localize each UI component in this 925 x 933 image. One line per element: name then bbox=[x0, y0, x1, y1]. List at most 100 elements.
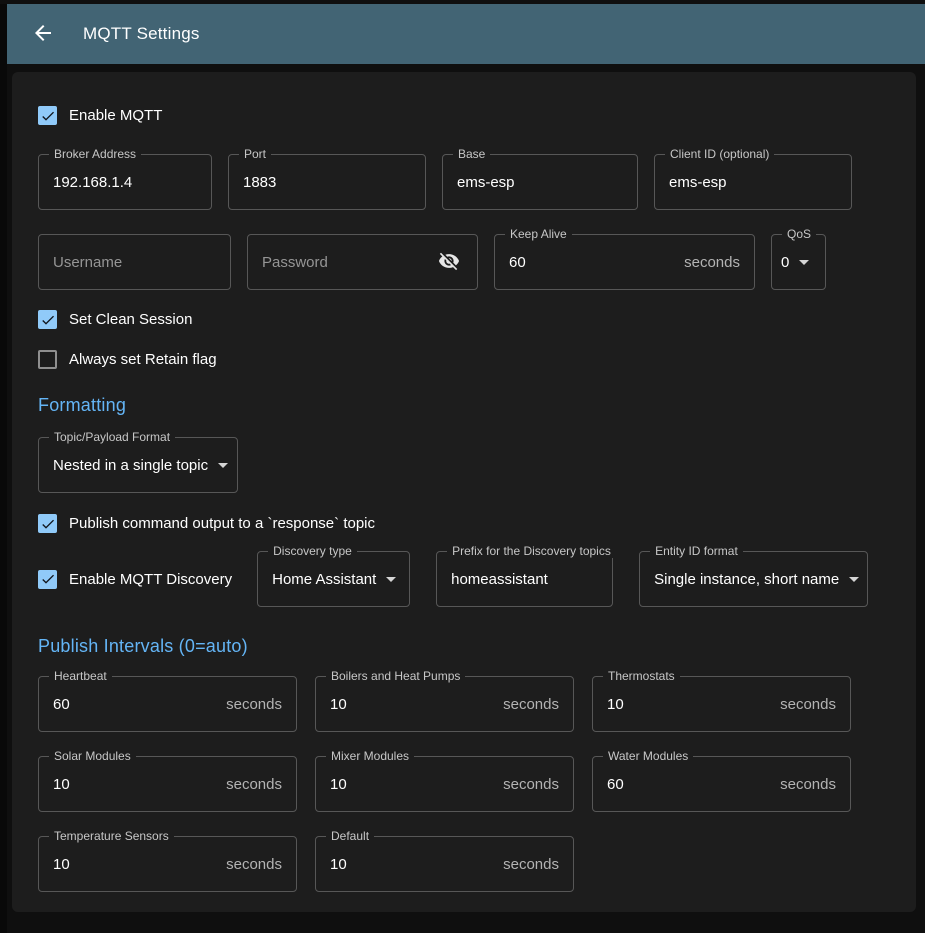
toggle-password-visibility-button[interactable] bbox=[435, 248, 463, 276]
boilers-label: Boilers and Heat Pumps bbox=[326, 669, 465, 683]
mqtt-discovery-checkbox[interactable] bbox=[38, 570, 57, 589]
retain-flag-row: Always set Retain flag bbox=[38, 350, 890, 369]
qos-label: QoS bbox=[782, 227, 816, 241]
water-interval-field[interactable]: Water Modules 60 seconds bbox=[592, 756, 851, 812]
mixer-value: 10 bbox=[330, 776, 347, 793]
enable-mqtt-label: Enable MQTT bbox=[69, 107, 162, 124]
base-label: Base bbox=[453, 147, 490, 161]
broker-fields-row: Broker Address 192.168.1.4 Port 1883 Bas… bbox=[38, 154, 890, 210]
solar-interval-field[interactable]: Solar Modules 10 seconds bbox=[38, 756, 297, 812]
keep-alive-label: Keep Alive bbox=[505, 227, 572, 241]
base-value: ems-esp bbox=[457, 174, 515, 191]
discovery-type-select[interactable]: Discovery type Home Assistant bbox=[257, 551, 410, 607]
clean-session-checkbox[interactable] bbox=[38, 310, 57, 329]
topic-format-select[interactable]: Topic/Payload Format Nested in a single … bbox=[38, 437, 238, 493]
password-placeholder: Password bbox=[262, 254, 328, 271]
client-id-value: ems-esp bbox=[669, 174, 727, 191]
port-value: 1883 bbox=[243, 174, 276, 191]
publish-response-checkbox[interactable] bbox=[38, 514, 57, 533]
water-label: Water Modules bbox=[603, 749, 693, 763]
port-field[interactable]: Port 1883 bbox=[228, 154, 426, 210]
dropdown-caret-icon bbox=[386, 577, 396, 582]
client-id-field[interactable]: Client ID (optional) ems-esp bbox=[654, 154, 852, 210]
default-unit: seconds bbox=[503, 856, 559, 873]
mixer-interval-field[interactable]: Mixer Modules 10 seconds bbox=[315, 756, 574, 812]
heartbeat-unit: seconds bbox=[226, 696, 282, 713]
mixer-label: Mixer Modules bbox=[326, 749, 414, 763]
boilers-interval-field[interactable]: Boilers and Heat Pumps 10 seconds bbox=[315, 676, 574, 732]
water-value: 60 bbox=[607, 776, 624, 793]
heartbeat-interval-field[interactable]: Heartbeat 60 seconds bbox=[38, 676, 297, 732]
qos-select[interactable]: QoS 0 bbox=[771, 234, 826, 290]
heartbeat-label: Heartbeat bbox=[49, 669, 112, 683]
page-title: MQTT Settings bbox=[83, 24, 200, 44]
thermostats-unit: seconds bbox=[780, 696, 836, 713]
check-icon bbox=[40, 516, 56, 532]
mqtt-discovery-row: Enable MQTT Discovery Discovery type Hom… bbox=[38, 551, 890, 607]
publish-intervals-grid: Heartbeat 60 seconds Boilers and Heat Pu… bbox=[38, 676, 890, 892]
topic-format-row: Topic/Payload Format Nested in a single … bbox=[38, 437, 890, 493]
visibility-off-icon bbox=[438, 250, 460, 275]
app-bar: MQTT Settings bbox=[7, 4, 925, 64]
solar-value: 10 bbox=[53, 776, 70, 793]
thermostats-interval-field[interactable]: Thermostats 10 seconds bbox=[592, 676, 851, 732]
check-icon bbox=[40, 312, 56, 328]
water-unit: seconds bbox=[780, 776, 836, 793]
solar-unit: seconds bbox=[226, 776, 282, 793]
discovery-prefix-label: Prefix for the Discovery topics bbox=[447, 544, 616, 558]
thermostats-label: Thermostats bbox=[603, 669, 680, 683]
dropdown-caret-icon bbox=[218, 463, 228, 468]
broker-address-value: 192.168.1.4 bbox=[53, 174, 132, 191]
password-field[interactable]: Password bbox=[247, 234, 478, 290]
temperature-sensors-value: 10 bbox=[53, 856, 70, 873]
discovery-prefix-value: homeassistant bbox=[451, 571, 548, 588]
entity-id-format-select[interactable]: Entity ID format Single instance, short … bbox=[639, 551, 868, 607]
topic-format-value: Nested in a single topic bbox=[53, 457, 208, 474]
check-icon bbox=[40, 571, 56, 587]
topic-format-label: Topic/Payload Format bbox=[49, 430, 175, 444]
retain-flag-label: Always set Retain flag bbox=[69, 351, 217, 368]
clean-session-label: Set Clean Session bbox=[69, 311, 192, 328]
enable-mqtt-checkbox[interactable] bbox=[38, 106, 57, 125]
keep-alive-field[interactable]: Keep Alive 60 seconds bbox=[494, 234, 755, 290]
qos-value: 0 bbox=[781, 254, 789, 271]
boilers-unit: seconds bbox=[503, 696, 559, 713]
discovery-prefix-field[interactable]: Prefix for the Discovery topics homeassi… bbox=[436, 551, 613, 607]
enable-mqtt-row: Enable MQTT bbox=[38, 106, 890, 125]
keep-alive-value: 60 bbox=[509, 254, 526, 271]
discovery-type-value: Home Assistant bbox=[272, 571, 376, 588]
username-placeholder: Username bbox=[53, 254, 122, 271]
mqtt-discovery-label: Enable MQTT Discovery bbox=[69, 571, 232, 588]
heartbeat-value: 60 bbox=[53, 696, 70, 713]
broker-address-label: Broker Address bbox=[49, 147, 141, 161]
broker-address-field[interactable]: Broker Address 192.168.1.4 bbox=[38, 154, 212, 210]
mixer-unit: seconds bbox=[503, 776, 559, 793]
boilers-value: 10 bbox=[330, 696, 347, 713]
left-edge-strip bbox=[0, 4, 7, 933]
check-icon bbox=[40, 108, 56, 124]
temperature-sensors-unit: seconds bbox=[226, 856, 282, 873]
retain-flag-checkbox[interactable] bbox=[38, 350, 57, 369]
auth-fields-row: Username Password Keep Alive 60 seconds … bbox=[38, 234, 890, 290]
formatting-heading: Formatting bbox=[38, 395, 890, 416]
solar-label: Solar Modules bbox=[49, 749, 136, 763]
client-id-label: Client ID (optional) bbox=[665, 147, 774, 161]
temperature-sensors-interval-field[interactable]: Temperature Sensors 10 seconds bbox=[38, 836, 297, 892]
dropdown-caret-icon bbox=[799, 260, 809, 265]
default-interval-field[interactable]: Default 10 seconds bbox=[315, 836, 574, 892]
default-label: Default bbox=[326, 829, 374, 843]
dropdown-caret-icon bbox=[849, 577, 859, 582]
settings-card: Enable MQTT Broker Address 192.168.1.4 P… bbox=[12, 72, 916, 912]
publish-intervals-heading: Publish Intervals (0=auto) bbox=[38, 636, 890, 657]
username-field[interactable]: Username bbox=[38, 234, 231, 290]
thermostats-value: 10 bbox=[607, 696, 624, 713]
base-field[interactable]: Base ems-esp bbox=[442, 154, 638, 210]
port-label: Port bbox=[239, 147, 271, 161]
clean-session-row: Set Clean Session bbox=[38, 310, 890, 329]
publish-response-row: Publish command output to a `response` t… bbox=[38, 514, 890, 533]
discovery-type-label: Discovery type bbox=[268, 544, 357, 558]
temperature-sensors-label: Temperature Sensors bbox=[49, 829, 174, 843]
back-button[interactable] bbox=[25, 16, 61, 52]
arrow-back-icon bbox=[31, 21, 55, 48]
default-value: 10 bbox=[330, 856, 347, 873]
